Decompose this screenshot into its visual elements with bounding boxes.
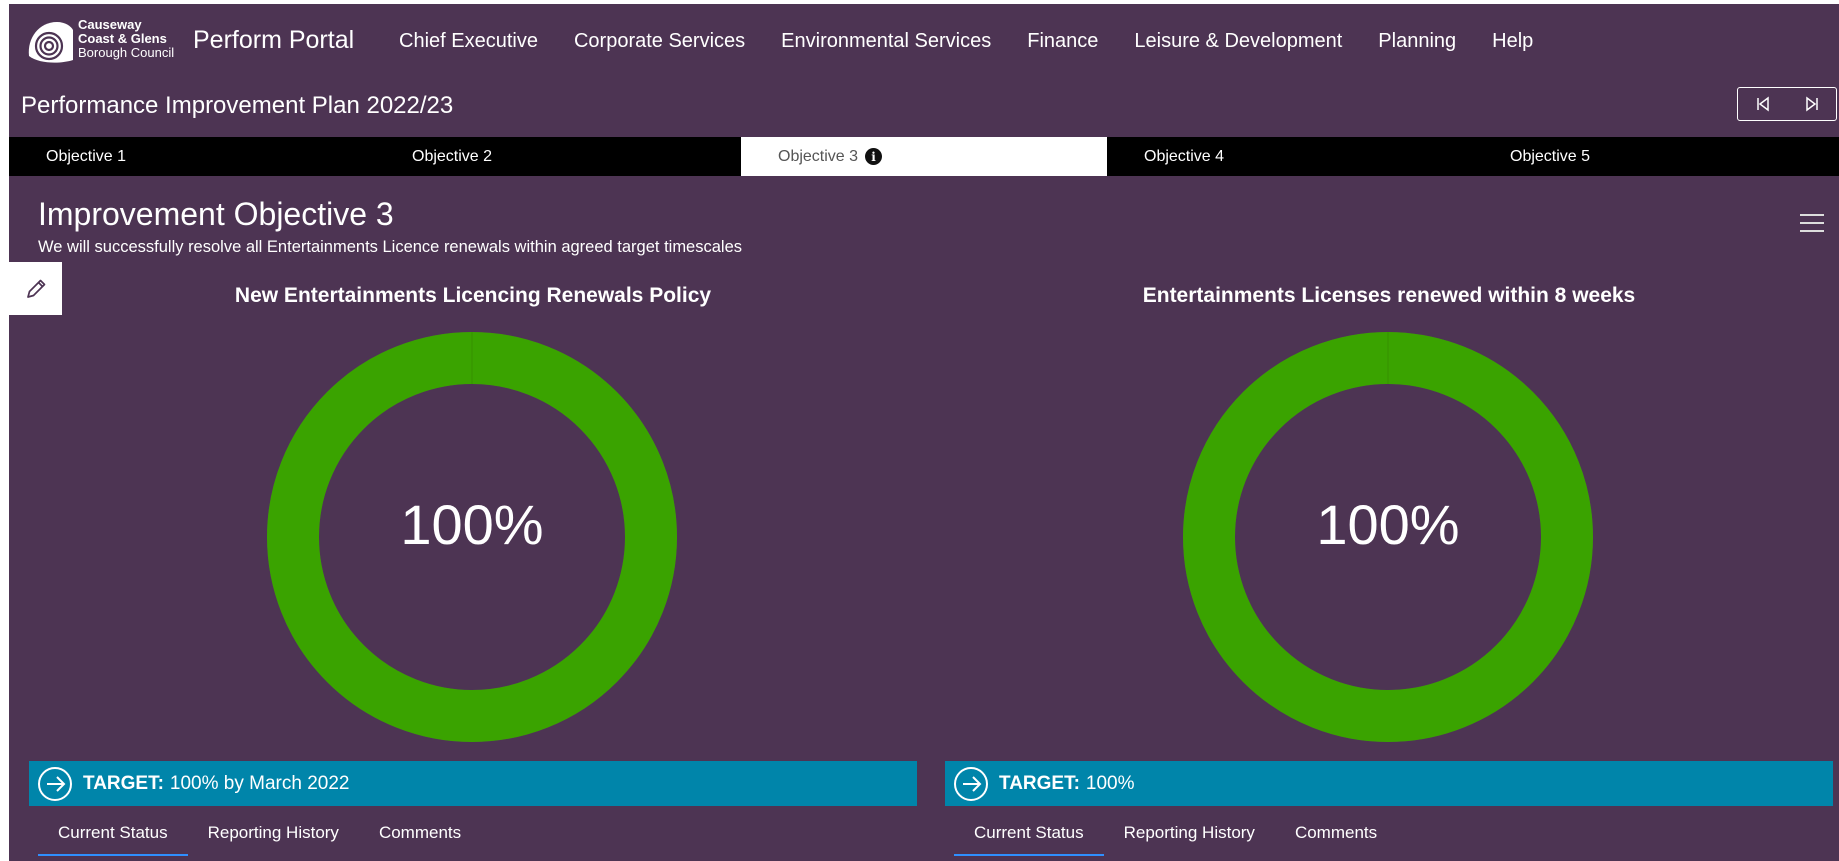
kpi-panel-1: New Entertainments Licencing Renewals Po… xyxy=(29,284,917,861)
header: Causeway Coast & Glens Borough Council P… xyxy=(9,4,1839,80)
target-bar[interactable]: TARGET: 100% by March 2022 xyxy=(29,761,917,806)
kpi-tabs: Current Status Reporting History Comment… xyxy=(38,816,481,856)
target-bar[interactable]: TARGET: 100% xyxy=(945,761,1833,806)
objective-heading: Improvement Objective 3 xyxy=(38,196,394,232)
app-window: Causeway Coast & Glens Borough Council P… xyxy=(9,4,1839,861)
nav-leisure-development[interactable]: Leisure & Development xyxy=(1134,30,1342,53)
last-page-icon[interactable] xyxy=(1798,90,1826,118)
progress-gauge: 100% xyxy=(1183,332,1593,742)
gauge-value: 100% xyxy=(1316,493,1460,556)
tab-objective-2[interactable]: Objective 2 xyxy=(375,137,741,176)
tab-label: Objective 4 xyxy=(1144,147,1225,165)
tab-objective-3[interactable]: Objective 3 i xyxy=(741,137,1107,176)
logo-line-2: Coast & Glens xyxy=(78,31,167,46)
nav-chief-executive[interactable]: Chief Executive xyxy=(399,30,538,53)
tab-label: Objective 3 xyxy=(778,147,859,165)
kpi-title: New Entertainments Licencing Renewals Po… xyxy=(234,284,712,307)
nav-finance[interactable]: Finance xyxy=(1027,30,1098,53)
kpi-panel-2: Entertainments Licenses renewed within 8… xyxy=(945,284,1833,861)
target-value: 100% by March 2022 xyxy=(169,772,350,794)
tab-reporting-history[interactable]: Reporting History xyxy=(188,816,359,856)
objective-description: We will successfully resolve all Enterta… xyxy=(38,238,743,256)
kpi-tabs: Current Status Reporting History Comment… xyxy=(954,816,1397,856)
logo-line-1: Causeway xyxy=(78,17,142,32)
target-value: 100% xyxy=(1085,772,1135,794)
nav-planning[interactable]: Planning xyxy=(1378,30,1456,53)
gauge-value: 100% xyxy=(400,493,544,556)
main-nav: Chief Executive Corporate Services Envir… xyxy=(399,30,1533,53)
tab-current-status[interactable]: Current Status xyxy=(38,816,188,856)
nav-environmental-services[interactable]: Environmental Services xyxy=(781,30,991,53)
page-navigator xyxy=(1737,87,1837,121)
progress-gauge: 100% xyxy=(267,332,677,742)
logo-text: Causeway Coast & Glens Borough Council xyxy=(78,18,174,60)
info-icon[interactable]: i xyxy=(865,148,883,165)
logo-icon xyxy=(28,22,73,63)
tab-reporting-history[interactable]: Reporting History xyxy=(1104,816,1275,856)
tab-label: Objective 2 xyxy=(412,147,493,165)
nav-help[interactable]: Help xyxy=(1492,30,1533,53)
page-title: Performance Improvement Plan 2022/23 xyxy=(21,92,454,119)
tab-objective-5[interactable]: Objective 5 xyxy=(1473,137,1839,176)
arrow-right-circle-icon xyxy=(953,766,989,802)
menu-icon[interactable] xyxy=(1800,214,1824,236)
kpi-title: Entertainments Licenses renewed within 8… xyxy=(1142,284,1636,307)
tab-comments[interactable]: Comments xyxy=(1275,816,1397,856)
tab-objective-1[interactable]: Objective 1 xyxy=(9,137,375,176)
tab-comments[interactable]: Comments xyxy=(359,816,481,856)
tab-label: Objective 5 xyxy=(1510,147,1591,165)
target-label: TARGET: xyxy=(999,772,1080,794)
nav-corporate-services[interactable]: Corporate Services xyxy=(574,30,745,53)
tab-label: Objective 1 xyxy=(46,147,127,165)
logo-line-3: Borough Council xyxy=(78,45,175,60)
council-logo[interactable]: Causeway Coast & Glens Borough Council xyxy=(25,14,185,66)
first-page-icon[interactable] xyxy=(1749,90,1777,118)
target-label: TARGET: xyxy=(83,772,164,794)
objective-tabs: Objective 1 Objective 2 Objective 3 i Obj… xyxy=(9,137,1839,176)
tab-current-status[interactable]: Current Status xyxy=(954,816,1104,856)
app-name[interactable]: Perform Portal xyxy=(193,26,354,55)
arrow-right-circle-icon xyxy=(37,766,73,802)
tab-objective-4[interactable]: Objective 4 xyxy=(1107,137,1473,176)
